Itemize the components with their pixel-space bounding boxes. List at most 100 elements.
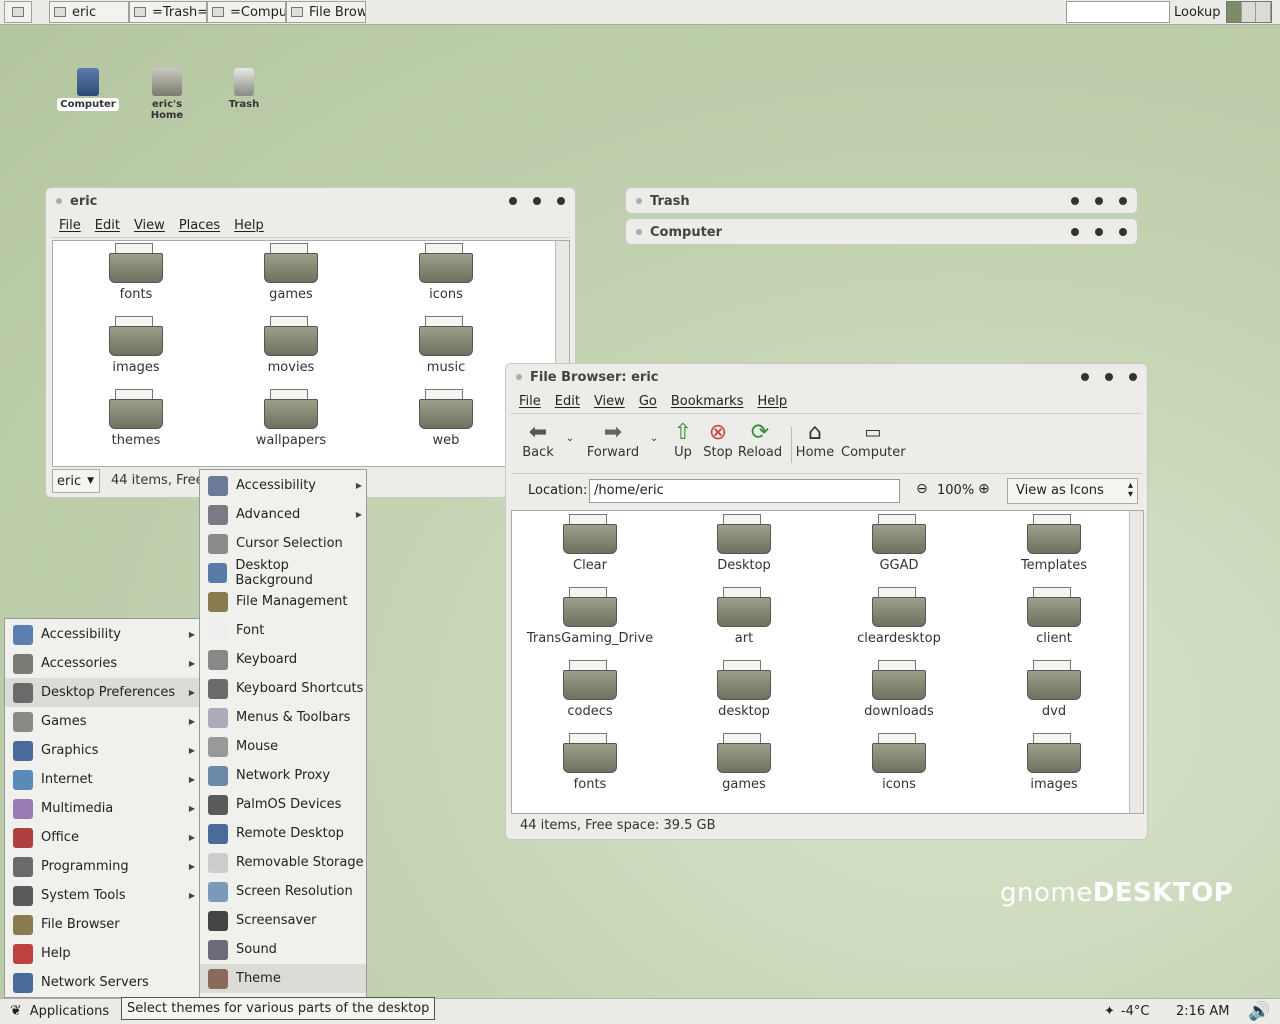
prefs-item-cursor-selection[interactable]: Cursor Selection bbox=[200, 529, 366, 558]
folder-item[interactable]: codecs bbox=[520, 660, 660, 719]
location-combo[interactable]: eric ▼ bbox=[52, 469, 100, 493]
menu-file[interactable]: File bbox=[59, 218, 81, 233]
desktop-icon-trash[interactable]: Trash bbox=[212, 68, 276, 111]
window-menu-icon[interactable] bbox=[56, 198, 62, 204]
volume-icon[interactable]: 🔊 bbox=[1248, 1001, 1270, 1022]
applications-menu-button[interactable]: ❦ Applications bbox=[10, 1003, 109, 1019]
forward-button[interactable]: ➡ Forward bbox=[583, 419, 643, 461]
app-menu-item-accessories[interactable]: Accessories ▶ bbox=[5, 649, 199, 678]
app-menu-item-desktop-preferences[interactable]: Desktop Preferences ▶ bbox=[5, 678, 199, 707]
icon-view[interactable]: fonts games icons images movies music th… bbox=[52, 240, 570, 467]
close-icon[interactable] bbox=[1119, 197, 1127, 205]
vertical-scrollbar[interactable] bbox=[1129, 511, 1143, 813]
folder-item[interactable]: icons bbox=[829, 733, 969, 792]
workspace-switcher[interactable] bbox=[1226, 1, 1272, 23]
close-icon[interactable] bbox=[1119, 228, 1127, 236]
menu-edit[interactable]: Edit bbox=[95, 218, 120, 233]
folder-item[interactable]: images bbox=[66, 316, 206, 375]
titlebar[interactable]: Trash bbox=[626, 188, 1137, 214]
zoom-in-icon[interactable]: ⊕ bbox=[978, 481, 990, 497]
titlebar[interactable]: Computer bbox=[626, 219, 1137, 245]
folder-item[interactable]: wallpapers bbox=[221, 389, 361, 448]
prefs-item-palmos-devices[interactable]: PalmOS Devices bbox=[200, 790, 366, 819]
folder-item[interactable]: client bbox=[984, 587, 1124, 646]
stop-button[interactable]: ⊗ Stop bbox=[701, 419, 735, 461]
task-file-browser[interactable]: File Brow bbox=[286, 1, 366, 23]
app-menu-item-multimedia[interactable]: Multimedia ▶ bbox=[5, 794, 199, 823]
folder-item[interactable]: fonts bbox=[520, 733, 660, 792]
minimize-icon[interactable] bbox=[509, 197, 517, 205]
app-menu-item-file-browser[interactable]: File Browser bbox=[5, 910, 199, 939]
show-desktop-button[interactable] bbox=[4, 1, 32, 23]
app-menu-item-programming[interactable]: Programming ▶ bbox=[5, 852, 199, 881]
zoom-level[interactable]: 100% bbox=[937, 483, 974, 498]
folder-item[interactable]: games bbox=[674, 733, 814, 792]
up-button[interactable]: ⇧ Up bbox=[666, 419, 700, 461]
folder-item[interactable]: fonts bbox=[66, 243, 206, 302]
back-button[interactable]: ⬅ Back bbox=[516, 419, 560, 461]
lookup-button[interactable]: Lookup bbox=[1174, 1, 1221, 23]
dictionary-lookup-input[interactable] bbox=[1066, 1, 1170, 23]
task-computer[interactable]: =Comput bbox=[207, 1, 286, 23]
menu-help[interactable]: Help bbox=[234, 218, 264, 233]
maximize-icon[interactable] bbox=[533, 197, 541, 205]
app-menu-item-office[interactable]: Office ▶ bbox=[5, 823, 199, 852]
folder-item[interactable]: web bbox=[376, 389, 516, 448]
prefs-item-screen-resolution[interactable]: Screen Resolution bbox=[200, 877, 366, 906]
folder-item[interactable]: games bbox=[221, 243, 361, 302]
minimize-icon[interactable] bbox=[1081, 373, 1089, 381]
computer-window-shaded[interactable]: Computer bbox=[625, 218, 1138, 245]
maximize-icon[interactable] bbox=[1105, 373, 1113, 381]
prefs-item-keyboard-shortcuts[interactable]: Keyboard Shortcuts bbox=[200, 674, 366, 703]
computer-button[interactable]: ▭ Computer bbox=[841, 419, 906, 461]
app-menu-item-accessibility[interactable]: Accessibility ▶ bbox=[5, 620, 199, 649]
desktop-icon-home[interactable]: eric's Home bbox=[135, 68, 199, 122]
back-history-dropdown[interactable]: ⌄ bbox=[563, 433, 577, 444]
task-eric[interactable]: eric bbox=[49, 1, 129, 23]
prefs-item-mouse[interactable]: Mouse bbox=[200, 732, 366, 761]
prefs-item-menus-toolbars[interactable]: Menus & Toolbars bbox=[200, 703, 366, 732]
folder-item[interactable]: Templates bbox=[984, 514, 1124, 573]
weather-applet[interactable]: ✦ -4°C bbox=[1104, 1004, 1149, 1019]
window-menu-icon[interactable] bbox=[516, 374, 522, 380]
folder-item[interactable]: themes bbox=[66, 389, 206, 448]
menu-places[interactable]: Places bbox=[179, 218, 220, 233]
folder-item[interactable]: TransGaming_Drive bbox=[520, 587, 660, 646]
prefs-item-theme[interactable]: Theme bbox=[200, 964, 366, 993]
app-menu-item-network-servers[interactable]: Network Servers bbox=[5, 968, 199, 997]
app-menu-item-graphics[interactable]: Graphics ▶ bbox=[5, 736, 199, 765]
icon-view[interactable]: Clear Desktop GGAD Templates TransGaming… bbox=[511, 510, 1144, 814]
app-menu-item-internet[interactable]: Internet ▶ bbox=[5, 765, 199, 794]
prefs-item-accessibility[interactable]: Accessibility ▶ bbox=[200, 471, 366, 500]
prefs-item-removable-storage[interactable]: Removable Storage bbox=[200, 848, 366, 877]
zoom-out-icon[interactable]: ⊖ bbox=[916, 481, 928, 497]
home-button[interactable]: ⌂ Home bbox=[795, 419, 835, 461]
folder-item[interactable]: downloads bbox=[829, 660, 969, 719]
prefs-item-remote-desktop[interactable]: Remote Desktop bbox=[200, 819, 366, 848]
prefs-item-sound[interactable]: Sound bbox=[200, 935, 366, 964]
folder-item[interactable]: dvd bbox=[984, 660, 1124, 719]
close-icon[interactable] bbox=[1129, 373, 1137, 381]
prefs-item-desktop-background[interactable]: Desktop Background bbox=[200, 558, 366, 588]
minimize-icon[interactable] bbox=[1071, 228, 1079, 236]
maximize-icon[interactable] bbox=[1095, 228, 1103, 236]
prefs-item-keyboard[interactable]: Keyboard bbox=[200, 645, 366, 674]
folder-item[interactable]: art bbox=[674, 587, 814, 646]
folder-item[interactable]: movies bbox=[221, 316, 361, 375]
window-menu-icon[interactable] bbox=[636, 229, 642, 235]
folder-item[interactable]: desktop bbox=[674, 660, 814, 719]
menu-bookmarks[interactable]: Bookmarks bbox=[671, 394, 744, 409]
prefs-item-advanced[interactable]: Advanced ▶ bbox=[200, 500, 366, 529]
folder-item[interactable]: icons bbox=[376, 243, 516, 302]
menu-help[interactable]: Help bbox=[757, 394, 787, 409]
task-trash[interactable]: =Trash= bbox=[129, 1, 207, 23]
folder-item[interactable]: Desktop bbox=[674, 514, 814, 573]
menu-view[interactable]: View bbox=[594, 394, 625, 409]
prefs-item-font[interactable]: Font bbox=[200, 616, 366, 645]
clock[interactable]: 2:16 AM bbox=[1176, 1004, 1229, 1019]
menu-file[interactable]: File bbox=[519, 394, 541, 409]
maximize-icon[interactable] bbox=[1095, 197, 1103, 205]
folder-item[interactable]: images bbox=[984, 733, 1124, 792]
prefs-item-file-management[interactable]: File Management bbox=[200, 587, 366, 616]
folder-item[interactable]: music bbox=[376, 316, 516, 375]
